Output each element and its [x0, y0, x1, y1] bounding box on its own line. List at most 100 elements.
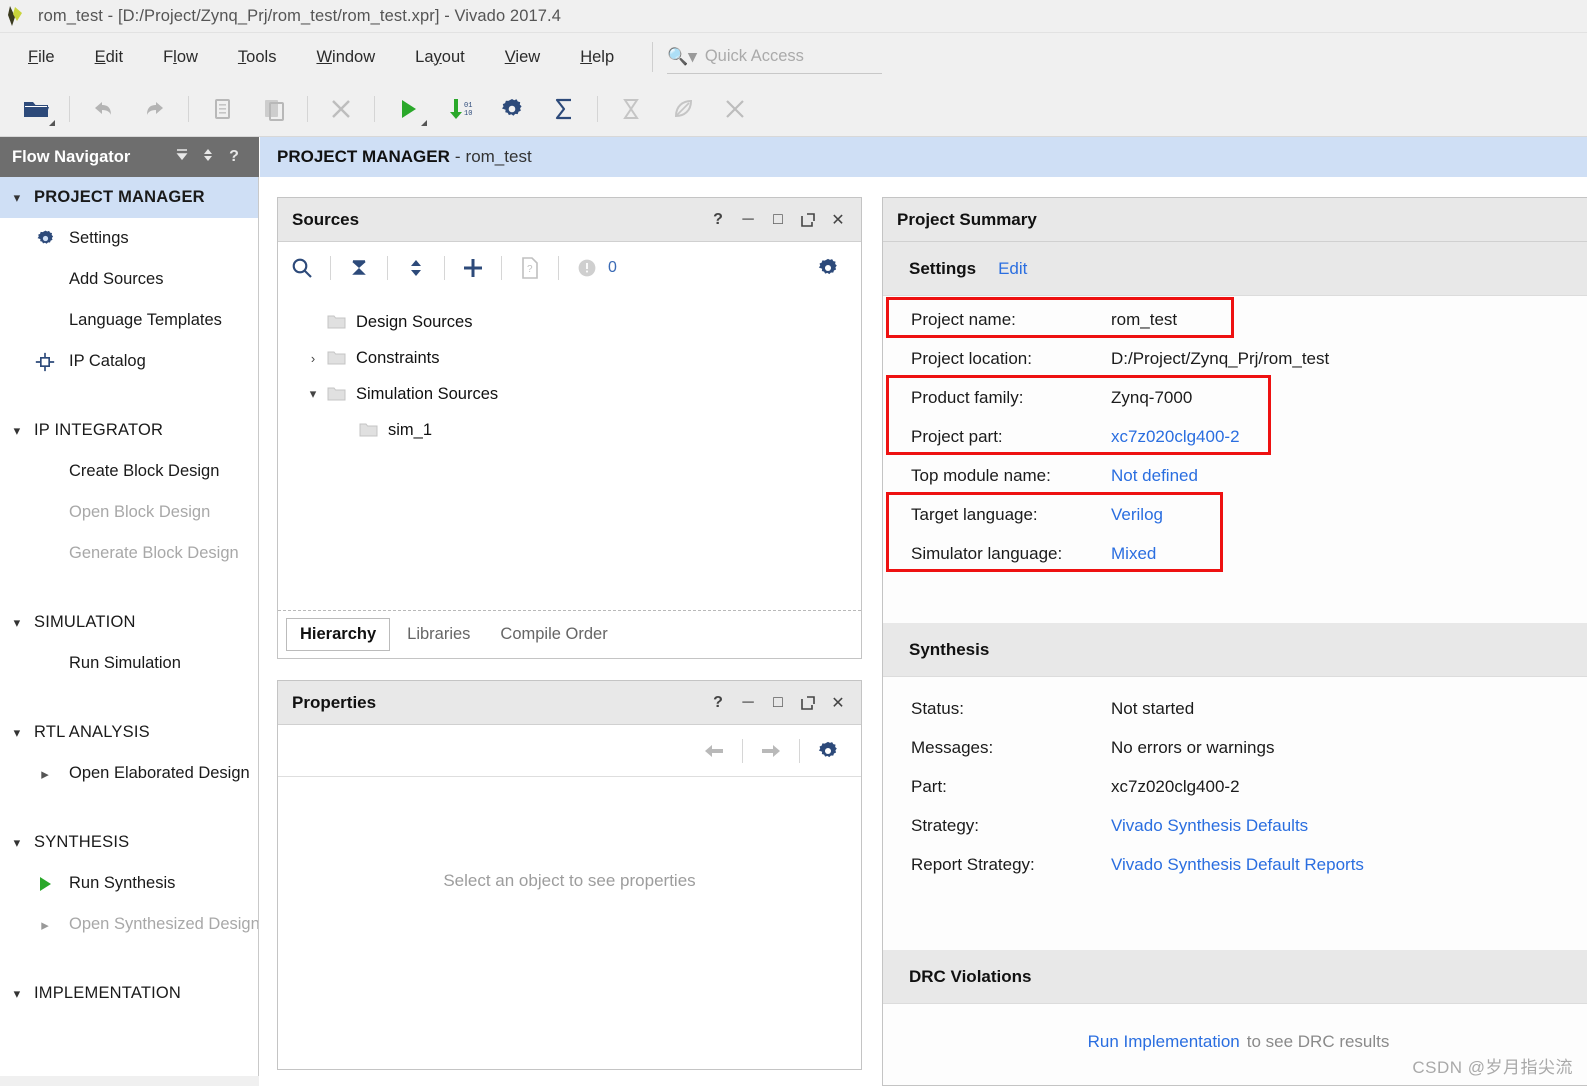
left-arrow-icon[interactable]	[695, 732, 733, 770]
chevron-right-icon: ▸	[41, 916, 49, 934]
toolbar-divider	[742, 738, 743, 763]
leaf-icon	[661, 89, 705, 129]
tab-compile-order[interactable]: Compile Order	[487, 619, 620, 650]
help-icon[interactable]: ?	[703, 205, 733, 235]
vivado-logo-icon	[6, 4, 32, 28]
project-summary-titlebar: Project Summary	[883, 198, 1587, 242]
sidebar-item-add-sources[interactable]: Add Sources	[0, 259, 258, 300]
sidebar-item-run-synthesis[interactable]: Run Synthesis	[0, 863, 258, 904]
sidebar-scroll-corner[interactable]	[0, 1076, 259, 1086]
menu-file[interactable]: File	[16, 44, 67, 71]
quick-access-placeholder: Quick Access	[704, 47, 804, 65]
green-play-icon[interactable]	[386, 89, 430, 129]
tree-row[interactable]: › Constraints	[278, 340, 861, 376]
help-icon[interactable]: ?	[703, 688, 733, 718]
help-icon[interactable]: ?	[221, 148, 247, 166]
gear-icon	[30, 229, 60, 248]
menu-window[interactable]: Window	[304, 44, 387, 71]
chevron-down-icon[interactable]: ▾	[302, 386, 324, 402]
search-icon[interactable]	[283, 249, 321, 287]
project-manager-header: PROJECT MANAGER - rom_test	[260, 137, 1587, 177]
sources-tab-bar: Hierarchy Libraries Compile Order	[278, 610, 861, 658]
open-folder-icon[interactable]	[14, 89, 58, 129]
toolbar-divider	[558, 256, 559, 280]
sigma-icon[interactable]	[542, 89, 586, 129]
sidebar-item-settings[interactable]: Settings	[0, 218, 258, 259]
tab-libraries[interactable]: Libraries	[394, 619, 483, 650]
gear-icon[interactable]	[809, 249, 847, 287]
sidebar-group-rtl-analysis[interactable]: ▾ RTL ANALYSIS	[0, 712, 258, 753]
sidebar-item-label: Run Simulation	[69, 654, 181, 672]
sidebar-item-create-block-design[interactable]: Create Block Design	[0, 451, 258, 492]
project-summary-body: Settings Edit Project name: rom_test Pro…	[883, 242, 1587, 1085]
toolbar-divider	[597, 95, 598, 122]
close-icon[interactable]: ✕	[823, 688, 853, 718]
circle-warning-icon[interactable]	[568, 249, 606, 287]
sidebar-item-label: Run Synthesis	[69, 874, 176, 892]
tree-row[interactable]: Design Sources	[278, 304, 861, 340]
menu-flow[interactable]: Flow	[151, 44, 210, 71]
svg-text:01: 01	[464, 102, 472, 110]
sidebar-group-implementation[interactable]: ▾ IMPLEMENTATION	[0, 973, 258, 1014]
menu-edit[interactable]: Edit	[83, 44, 135, 71]
sidebar-item-label: IP Catalog	[69, 352, 146, 370]
close-icon[interactable]: ✕	[823, 205, 853, 235]
settings-edit-link[interactable]: Edit	[998, 259, 1027, 279]
expand-collapse-icon[interactable]	[195, 147, 221, 168]
right-arrow-icon[interactable]	[752, 732, 790, 770]
float-icon[interactable]	[793, 688, 823, 718]
drc-section-header: DRC Violations	[883, 950, 1587, 1004]
row-value-link[interactable]: Mixed	[1111, 544, 1156, 564]
folder-icon	[356, 422, 380, 438]
collapse-all-icon[interactable]	[340, 249, 378, 287]
file-question-icon: ?	[511, 249, 549, 287]
sidebar-group-synthesis[interactable]: ▾ SYNTHESIS	[0, 822, 258, 863]
gear-icon[interactable]	[490, 89, 534, 129]
float-icon[interactable]	[793, 205, 823, 235]
row-value: No errors or warnings	[1111, 737, 1275, 757]
row-value-link[interactable]: Vivado Synthesis Defaults	[1111, 816, 1308, 836]
menu-layout[interactable]: Layout	[403, 44, 477, 71]
sidebar-item-run-simulation[interactable]: Run Simulation	[0, 643, 258, 684]
row-value-link[interactable]: Vivado Synthesis Default Reports	[1111, 855, 1364, 875]
sidebar-item-ip-catalog[interactable]: IP Catalog	[0, 341, 258, 382]
tab-hierarchy[interactable]: Hierarchy	[286, 618, 391, 651]
tree-row[interactable]: sim_1	[278, 412, 861, 448]
properties-panel-titlebar: Properties ? ─ □ ✕	[278, 681, 861, 725]
menu-tools[interactable]: Tools	[226, 44, 289, 71]
sidebar-group-project-manager[interactable]: ▾ PROJECT MANAGER	[0, 177, 258, 218]
expand-all-icon[interactable]	[397, 249, 435, 287]
tree-row[interactable]: ▾ Simulation Sources	[278, 376, 861, 412]
properties-empty-message: Select an object to see properties	[443, 871, 696, 890]
row-value-link[interactable]: Not defined	[1111, 466, 1198, 486]
tree-label: Simulation Sources	[356, 384, 499, 403]
row-value-link[interactable]: Verilog	[1111, 505, 1163, 525]
row-value-link[interactable]: xc7z020clg400-2	[1111, 427, 1240, 447]
dropdown-caret-icon[interactable]	[49, 119, 55, 126]
minimize-icon[interactable]: ─	[733, 688, 763, 718]
run-implementation-link[interactable]: Run Implementation	[1088, 1032, 1240, 1052]
sidebar-item-language-templates[interactable]: Language Templates	[0, 300, 258, 341]
sidebar-item-open-elaborated-design[interactable]: ▸ Open Elaborated Design	[0, 753, 258, 794]
ip-chip-icon	[30, 352, 60, 372]
sidebar-group-ip-integrator[interactable]: ▾ IP INTEGRATOR	[0, 410, 258, 451]
quick-access-input[interactable]: 🔍▾ Quick Access	[667, 40, 883, 74]
minimize-icon[interactable]: ─	[733, 205, 763, 235]
collapse-all-icon[interactable]	[169, 147, 195, 168]
maximize-icon[interactable]: □	[763, 205, 793, 235]
menu-view[interactable]: View	[493, 44, 552, 71]
binary-download-icon[interactable]: 01 10	[438, 89, 482, 129]
sidebar-group-label: RTL ANALYSIS	[34, 723, 150, 741]
sidebar-item-label: Open Elaborated Design	[69, 764, 250, 782]
toolbar-divider	[69, 95, 70, 122]
plus-icon[interactable]	[454, 249, 492, 287]
menu-help[interactable]: Help	[568, 44, 626, 71]
chevron-right-icon[interactable]: ›	[302, 351, 324, 366]
gear-icon[interactable]	[809, 732, 847, 770]
maximize-icon[interactable]: □	[763, 688, 793, 718]
sidebar-group-simulation[interactable]: ▾ SIMULATION	[0, 602, 258, 643]
properties-toolbar	[278, 725, 861, 777]
synthesis-section-header: Synthesis	[883, 623, 1587, 677]
dropdown-caret-icon[interactable]	[421, 119, 427, 126]
